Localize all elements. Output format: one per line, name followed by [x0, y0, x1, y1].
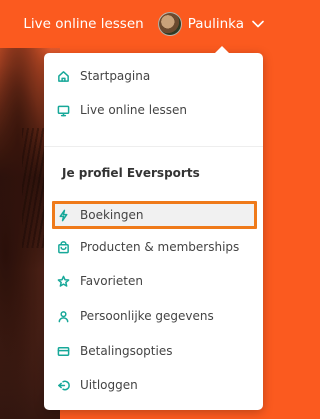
menu-item-producten-memberships[interactable]: Producten & memberships: [56, 234, 256, 260]
chevron-down-icon: [252, 20, 264, 28]
profile-section-title: Je profiel Eversports: [62, 166, 200, 180]
menu-item-label: Betalingsopties: [80, 344, 173, 358]
menu-item-boekingen[interactable]: Boekingen: [56, 202, 256, 228]
menu-item-label: Persoonlijke gegevens: [80, 309, 214, 323]
bag-icon: [56, 240, 70, 254]
menu-item-persoonlijke-gegevens[interactable]: Persoonlijke gegevens: [56, 303, 256, 329]
user-menu-toggle[interactable]: Paulinka: [157, 12, 264, 36]
logout-icon: [56, 378, 70, 392]
live-online-lessons-link[interactable]: Live online lessen: [23, 16, 143, 32]
menu-item-label: Producten & memberships: [80, 240, 240, 254]
menu-item-betalingsopties[interactable]: Betalingsopties: [56, 338, 256, 364]
menu-item-startpagina[interactable]: Startpagina: [56, 63, 256, 89]
user-name: Paulinka: [187, 16, 244, 32]
user-icon: [56, 309, 70, 323]
menu-item-label: Boekingen: [80, 208, 144, 222]
monitor-icon: [56, 103, 70, 117]
menu-item-label: Favorieten: [80, 274, 143, 288]
top-navigation-bar: Live online lessen Paulinka: [0, 0, 276, 48]
menu-item-label: Live online lessen: [80, 103, 187, 117]
menu-item-label: Startpagina: [80, 69, 151, 83]
menu-item-live-online-lessen[interactable]: Live online lessen: [56, 97, 256, 123]
menu-item-uitloggen[interactable]: Uitloggen: [56, 372, 256, 398]
menu-divider: [44, 146, 263, 147]
credit-card-icon: [56, 344, 70, 358]
lightning-icon: [56, 208, 70, 222]
home-icon: [56, 69, 70, 83]
menu-item-label: Uitloggen: [80, 378, 138, 392]
menu-item-favorieten[interactable]: Favorieten: [56, 268, 256, 294]
user-dropdown-menu: Startpagina Live online lessen Je profie…: [44, 46, 263, 410]
avatar: [157, 12, 182, 36]
star-icon: [56, 274, 70, 288]
